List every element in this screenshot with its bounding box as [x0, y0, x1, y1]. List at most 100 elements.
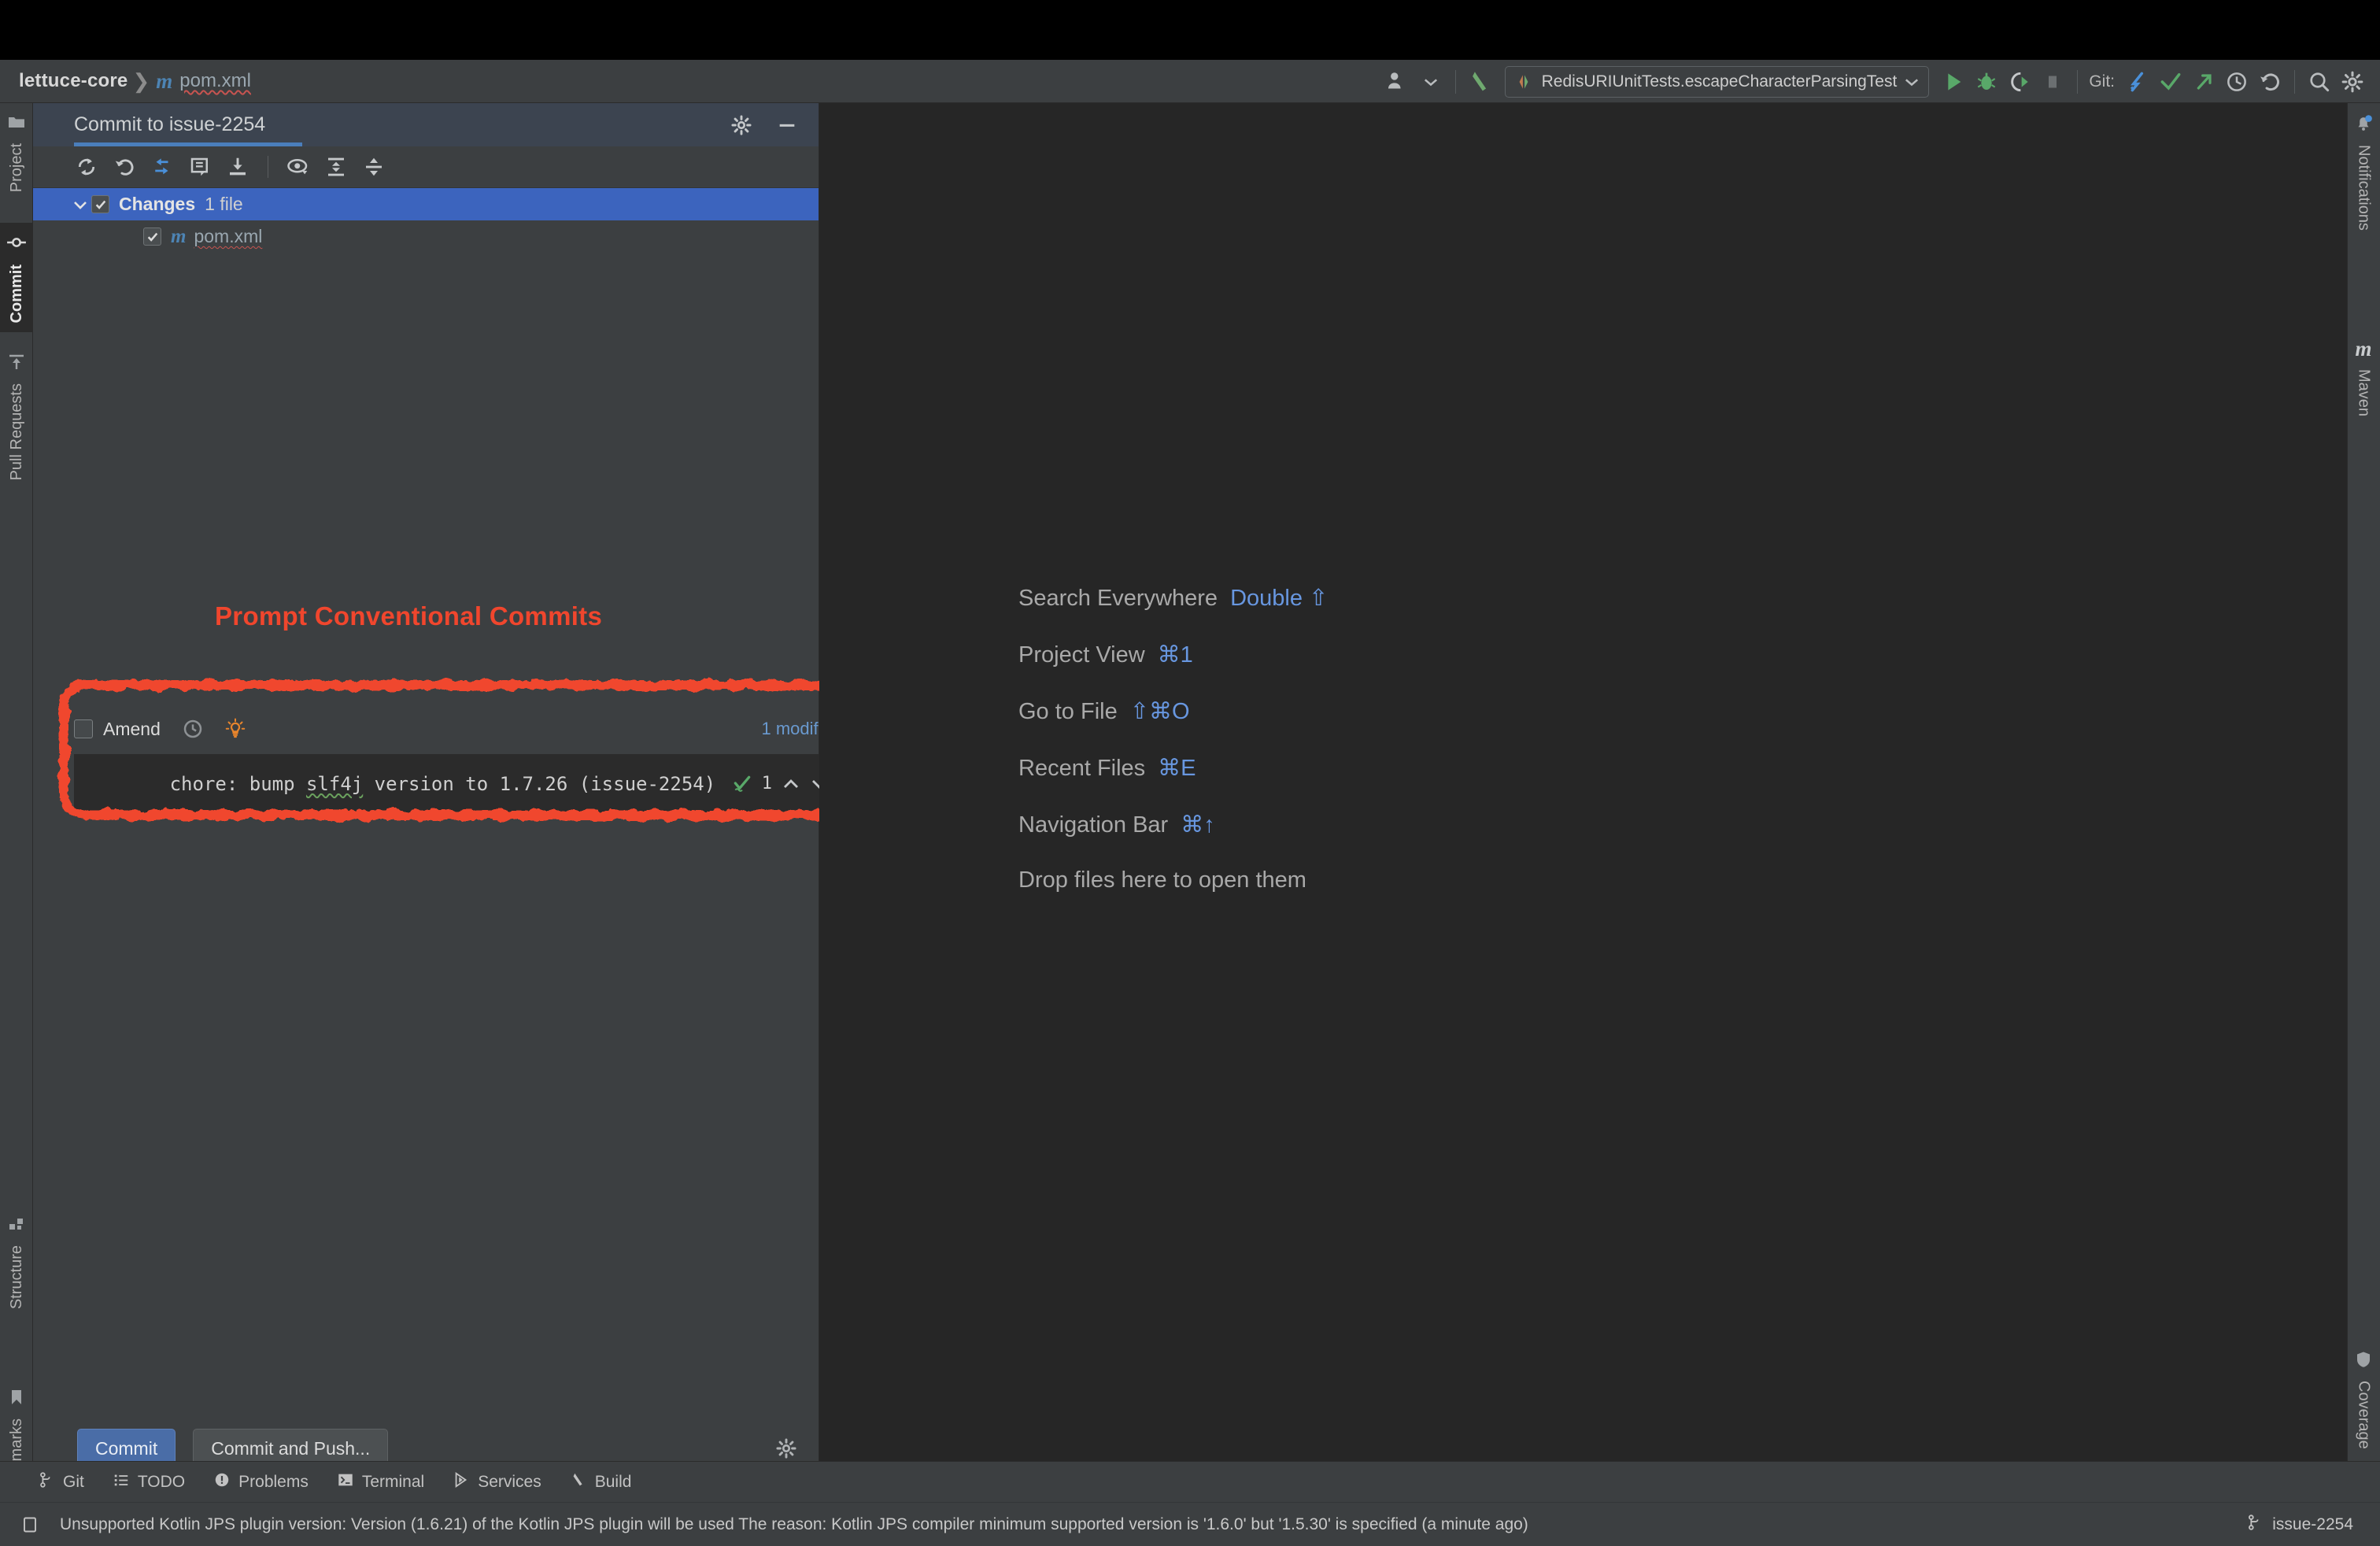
preview-diff-icon[interactable]	[279, 150, 317, 184]
maven-m-icon: m	[156, 69, 172, 94]
welcome-label: Recent Files	[1018, 756, 1145, 782]
changes-group-label: Changes	[119, 194, 195, 215]
search-icon[interactable]	[2303, 65, 2336, 98]
run-configuration-selector[interactable]: RedisURIUnitTests.escapeCharacterParsing…	[1505, 66, 1930, 98]
bottom-tab-terminal[interactable]: Terminal	[337, 1471, 424, 1492]
run-config-icon	[1513, 72, 1534, 92]
sidebar-item-coverage[interactable]: Coverage	[2347, 1341, 2380, 1459]
welcome-label: Project View	[1018, 642, 1145, 668]
amend-checkbox[interactable]	[74, 719, 93, 738]
bottom-tab-build[interactable]: Build	[570, 1471, 632, 1492]
breadcrumb-file[interactable]: pom.xml	[179, 70, 251, 92]
editor-welcome-tips: Search Everywhere Double ⇧ Project View …	[1018, 584, 1328, 924]
commit-message-toolbar: Amend 1 modified	[74, 705, 841, 753]
refresh-changes-icon[interactable]	[68, 150, 105, 184]
sidebar-item-structure[interactable]: Structure	[0, 1205, 33, 1319]
stop-icon[interactable]	[2036, 65, 2069, 98]
navbar-actions: RedisURIUnitTests.escapeCharacterParsing…	[1381, 60, 2369, 103]
welcome-row-project-view: Project View ⌘1	[1018, 641, 1328, 697]
collapse-all-icon[interactable]	[355, 150, 393, 184]
git-rollback-icon[interactable]	[2253, 65, 2286, 98]
sidebar-label-coverage: Coverage	[2355, 1381, 2373, 1449]
left-tool-window-bar: Project Commit Pull Requests Structure B…	[0, 103, 33, 1482]
divider	[2294, 70, 2295, 94]
git-commit-icon[interactable]	[2154, 65, 2187, 98]
build-hammer-icon[interactable]	[1464, 65, 1497, 98]
user-avatar-icon[interactable]	[1381, 65, 1414, 98]
run-coverage-icon[interactable]	[2003, 65, 2036, 98]
commit-message-suffix: version to 1.7.26 (issue-2254)	[363, 773, 715, 795]
status-bar-branch-widget[interactable]: issue-2254	[2245, 1514, 2353, 1535]
lightbulb-intention-icon[interactable]	[224, 717, 247, 741]
minimize-icon[interactable]	[776, 114, 798, 136]
debug-icon[interactable]	[1970, 65, 2003, 98]
ide-window: lettuce-core ❯ m pom.xml RedisUR	[0, 0, 2380, 1546]
chevron-down-icon[interactable]	[69, 197, 91, 213]
commit-message-input[interactable]: chore: bump slf4j version to 1.7.26 (iss…	[74, 754, 841, 813]
git-push-icon[interactable]	[2187, 65, 2220, 98]
welcome-row-go-to-file: Go to File ⇧⌘O	[1018, 697, 1328, 754]
breadcrumb: lettuce-core ❯ m pom.xml	[0, 69, 251, 94]
sidebar-item-notifications[interactable]: Notifications	[2347, 103, 2380, 240]
table-row[interactable]: Changes 1 file	[33, 188, 819, 220]
maven-m-icon: m	[2355, 337, 2371, 361]
window-title-bar	[0, 0, 2380, 60]
get-from-vcs-icon[interactable]	[219, 150, 257, 184]
settings-gear-icon[interactable]	[2336, 65, 2369, 98]
sidebar-item-maven[interactable]: m Maven	[2347, 327, 2380, 426]
settings-gear-icon[interactable]	[730, 114, 752, 136]
welcome-shortcut: Double ⇧	[1230, 584, 1328, 612]
bottom-tab-problems[interactable]: Problems	[213, 1471, 309, 1492]
terminal-icon	[337, 1471, 354, 1492]
bottom-tab-label: Git	[63, 1473, 84, 1492]
bottom-tab-git[interactable]: Git	[38, 1471, 84, 1492]
git-branch-icon	[38, 1471, 55, 1492]
commit-node-icon	[6, 232, 27, 257]
welcome-label: Navigation Bar	[1018, 812, 1168, 838]
drop-files-hint: Drop files here to open them	[1018, 867, 1306, 893]
build-hammer-icon	[570, 1471, 587, 1492]
sidebar-label-commit: Commit	[8, 264, 26, 323]
run-configuration-name: RedisURIUnitTests.escapeCharacterParsing…	[1542, 72, 1898, 91]
sidebar-item-pull-requests[interactable]: Pull Requests	[0, 343, 33, 490]
breadcrumb-module[interactable]: lettuce-core	[19, 70, 128, 92]
welcome-shortcut: ⌘1	[1158, 641, 1193, 668]
welcome-shortcut: ⌘E	[1158, 754, 1196, 782]
commit-panel-toolbar	[33, 146, 819, 188]
changes-group-checkbox[interactable]	[91, 195, 109, 213]
commit-panel-header: Commit to issue-2254	[33, 103, 819, 146]
sidebar-label-notifications: Notifications	[2355, 145, 2373, 231]
git-update-icon[interactable]	[2121, 65, 2154, 98]
divider	[2077, 70, 2078, 94]
file-checkbox[interactable]	[143, 227, 161, 246]
status-bar-message[interactable]: Unsupported Kotlin JPS plugin version: V…	[60, 1515, 1528, 1534]
sidebar-item-commit[interactable]: Commit	[0, 223, 33, 332]
clock-history-icon[interactable]	[181, 717, 205, 741]
green-check-inspection-icon[interactable]	[732, 774, 752, 794]
breadcrumb-separator-icon: ❯	[132, 69, 150, 94]
changes-tree: Changes 1 file m pom.xml	[33, 188, 819, 253]
chevron-down-icon[interactable]	[1414, 65, 1447, 98]
problems-icon	[213, 1471, 231, 1492]
bottom-tab-todo[interactable]: TODO	[113, 1471, 185, 1492]
show-diff-icon[interactable]	[181, 150, 219, 184]
bookmark-icon	[7, 1388, 26, 1411]
welcome-row-search-everywhere: Search Everywhere Double ⇧	[1018, 584, 1328, 641]
sidebar-label-maven: Maven	[2355, 369, 2373, 416]
sidebar-item-project[interactable]: Project	[0, 103, 33, 202]
settings-gear-icon[interactable]	[775, 1437, 797, 1459]
git-history-icon[interactable]	[2220, 65, 2253, 98]
notification-balloon-icon[interactable]	[20, 1515, 39, 1534]
sidebar-label-pull-requests: Pull Requests	[8, 383, 26, 480]
rollback-icon[interactable]	[105, 150, 143, 184]
run-icon[interactable]	[1937, 65, 1970, 98]
list-item[interactable]: m pom.xml	[33, 220, 819, 253]
changed-file-name: pom.xml	[194, 226, 262, 247]
bottom-tab-services[interactable]: Services	[453, 1471, 541, 1492]
chevron-up-icon[interactable]	[782, 775, 800, 793]
expand-all-icon[interactable]	[317, 150, 355, 184]
welcome-row-drop-files: Drop files here to open them	[1018, 867, 1328, 924]
sidebar-label-project: Project	[8, 143, 26, 192]
bottom-tab-label: Services	[478, 1473, 541, 1492]
move-to-another-changelist-icon[interactable]	[143, 150, 181, 184]
